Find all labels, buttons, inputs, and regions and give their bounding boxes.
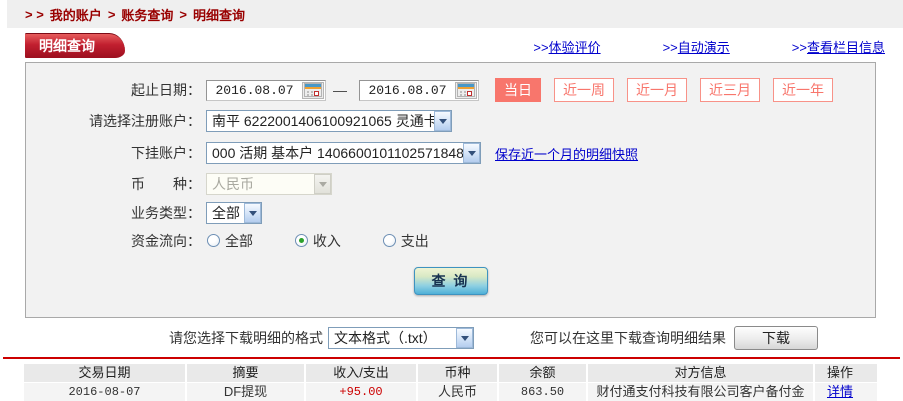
business-type-select[interactable]: 全部	[206, 201, 262, 224]
result-table: 交易日期 摘要 收入/支出 币种 余额 对方信息 操作 2016-08-07 D…	[24, 364, 877, 401]
registered-account-row: 请选择注册账户： 南平 6222001406100921065 灵通卡	[26, 105, 875, 137]
registered-account-select[interactable]: 南平 6222001406100921065 灵通卡	[206, 110, 452, 132]
sub-account-select[interactable]: 000 活期 基本户 1406600101102571848	[206, 142, 481, 164]
query-button[interactable]: 查 询	[413, 267, 488, 295]
chevron-down-icon	[244, 202, 261, 223]
calendar-icon	[304, 83, 322, 97]
fund-direction-label: 资金流向：	[131, 232, 201, 249]
link-experience-rating[interactable]: >>体验评价	[533, 37, 600, 56]
cell-counterparty: 财付通支付科技有限公司客户备付金	[586, 383, 813, 401]
cell-summary: DF提现	[185, 383, 304, 401]
breadcrumb-separator: >	[179, 6, 188, 22]
cell-currency: 人民币	[416, 383, 497, 401]
business-type-row: 业务类型： 全部	[26, 199, 875, 226]
radio-icon	[382, 234, 396, 247]
cell-date: 2016-08-07	[68, 385, 141, 399]
currency-row: 币 种： 人民币	[26, 169, 875, 199]
quick-range-week-button[interactable]: 近一周	[554, 78, 614, 102]
start-date-calendar-button[interactable]	[302, 81, 324, 99]
quick-range-month-button[interactable]: 近一月	[627, 78, 687, 102]
quick-range-quarter-button[interactable]: 近三月	[700, 78, 760, 102]
quick-range-today-button[interactable]: 当日	[495, 78, 541, 102]
page-title-tab: 明细查询	[25, 33, 125, 58]
breadcrumb-item-my-account[interactable]: 我的账户	[50, 5, 102, 24]
breadcrumb-item-account-query[interactable]: 账务查询	[121, 5, 173, 24]
section-header: 明细查询 >>体验评价 >>自动演示 >>查看栏目信息	[0, 28, 903, 62]
radio-checked-icon	[294, 234, 308, 247]
query-form-panel: 起止日期： 2016.08.07 — 2016.08.07 当日 近一周 近一月…	[25, 62, 876, 318]
detail-link[interactable]: 详情	[827, 384, 853, 399]
start-date-input[interactable]: 2016.08.07	[206, 79, 326, 101]
quick-range-year-button[interactable]: 近一年	[773, 78, 833, 102]
date-range-separator: —	[333, 82, 347, 98]
col-header-action: 操作	[813, 364, 865, 382]
chevron-down-icon	[434, 111, 451, 131]
chevron-down-icon	[314, 174, 331, 194]
radio-icon	[207, 234, 220, 247]
cell-balance: 863.50	[497, 383, 586, 401]
currency-select: 人民币	[206, 173, 332, 195]
table-top-divider	[3, 357, 900, 359]
breadcrumb: > > 我的账户 > 账务查询 > 明细查询	[0, 0, 903, 28]
breadcrumb-separator: >	[107, 6, 116, 22]
sub-account-label: 下挂账户：	[131, 145, 201, 161]
sub-account-row: 下挂账户： 000 活期 基本户 1406600101102571848 保存近…	[26, 137, 875, 169]
business-type-label: 业务类型：	[131, 204, 201, 221]
registered-account-label: 请选择注册账户：	[89, 113, 201, 129]
breadcrumb-item-detail-query[interactable]: 明细查询	[193, 5, 245, 24]
table-header-row: 交易日期 摘要 收入/支出 币种 余额 对方信息 操作	[24, 364, 877, 382]
col-header-summary: 摘要	[185, 364, 304, 382]
col-header-date: 交易日期	[78, 365, 131, 380]
download-row: 请您选择下载明细的格式 文本格式（.txt） 您可以在这里下载查询明细结果 下载	[0, 323, 903, 353]
cell-amount: +95.00	[304, 383, 416, 401]
table-row: 2016-08-07 DF提现 +95.00 人民币 863.50 财付通支付科…	[24, 383, 877, 401]
download-button[interactable]: 下载	[734, 326, 818, 350]
fund-direction-row: 资金流向： 全部 收入 支出	[26, 226, 875, 255]
chevron-down-icon	[463, 143, 480, 163]
date-range-label: 起止日期：	[131, 82, 201, 98]
link-auto-demo[interactable]: >>自动演示	[663, 37, 730, 56]
col-header-currency: 币种	[416, 364, 497, 382]
date-range-row: 起止日期： 2016.08.07 — 2016.08.07 当日 近一周 近一月…	[26, 75, 875, 105]
fund-direction-radio-all[interactable]: 全部	[207, 231, 253, 251]
link-view-column-info[interactable]: >>查看栏目信息	[792, 37, 885, 56]
calendar-icon	[457, 83, 475, 97]
chevron-down-icon	[456, 328, 473, 348]
col-header-amount: 收入/支出	[304, 364, 416, 382]
col-header-balance: 余额	[497, 364, 586, 382]
save-snapshot-link[interactable]: 保存近一个月的明细快照	[495, 144, 638, 163]
end-date-input[interactable]: 2016.08.07	[359, 79, 479, 101]
download-format-select[interactable]: 文本格式（.txt）	[328, 327, 474, 349]
currency-label: 币 种：	[131, 176, 201, 192]
end-date-calendar-button[interactable]	[455, 81, 477, 99]
download-format-label: 请您选择下载明细的格式	[169, 330, 323, 346]
fund-direction-radio-income[interactable]: 收入	[294, 231, 341, 251]
col-header-counterparty: 对方信息	[586, 364, 813, 382]
fund-direction-radio-expense[interactable]: 支出	[382, 231, 429, 251]
download-hint-text: 您可以在这里下载查询明细结果	[530, 330, 726, 346]
breadcrumb-prefix: > >	[25, 6, 44, 22]
